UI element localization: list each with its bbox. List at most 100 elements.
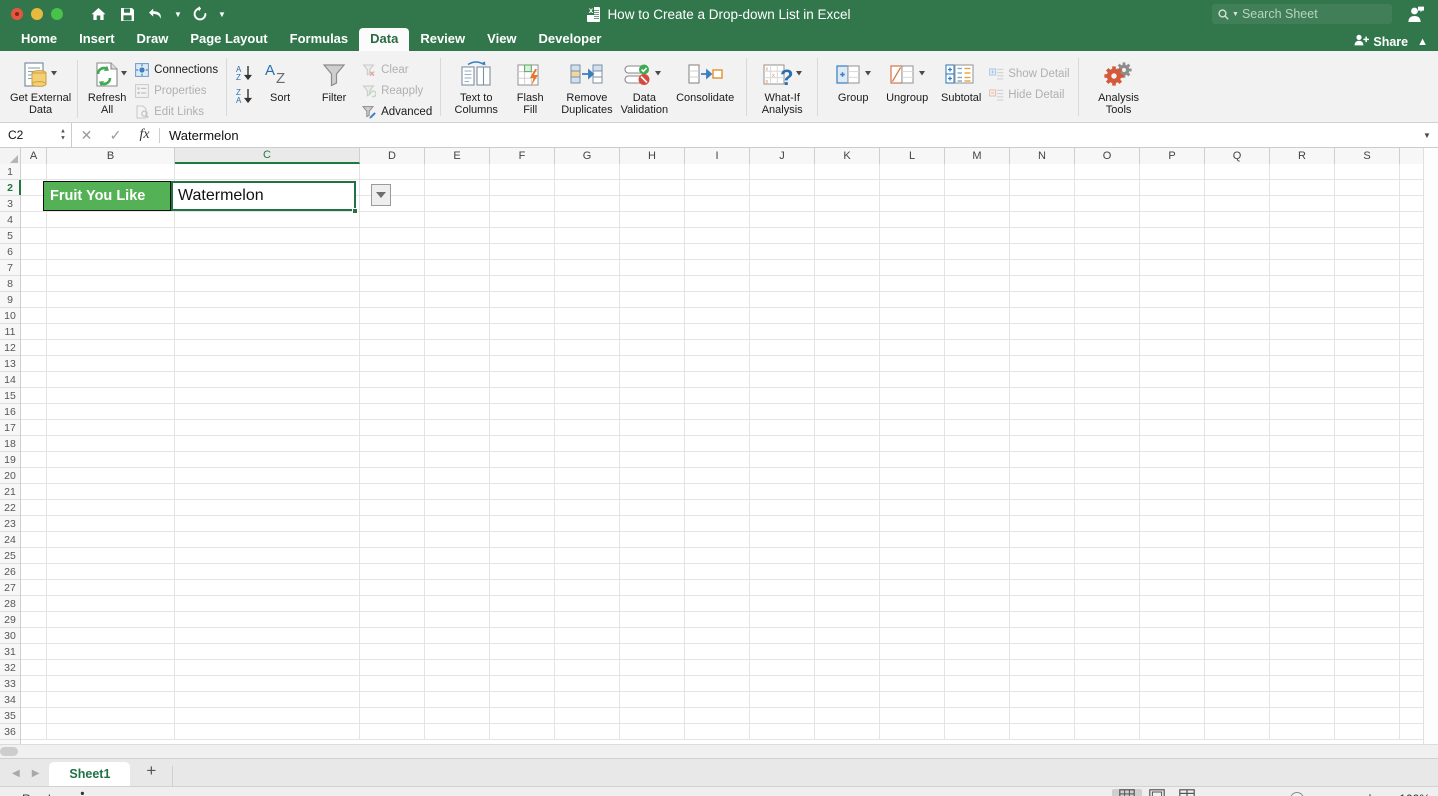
row-header-29[interactable]: 29 <box>0 612 20 628</box>
tab-view[interactable]: View <box>476 28 527 51</box>
cells-area[interactable]: Fruit You Like Watermelon <box>21 164 1438 744</box>
cell-R17[interactable] <box>1270 420 1335 436</box>
cell-O14[interactable] <box>1075 372 1140 388</box>
cell-E4[interactable] <box>425 212 490 228</box>
cell-K31[interactable] <box>815 644 880 660</box>
cell-E33[interactable] <box>425 676 490 692</box>
cell-M28[interactable] <box>945 596 1010 612</box>
cell-M16[interactable] <box>945 404 1010 420</box>
cell-G6[interactable] <box>555 244 620 260</box>
cell-P2[interactable] <box>1140 180 1205 196</box>
previous-sheet-icon[interactable]: ◀ <box>12 768 20 779</box>
cell-L23[interactable] <box>880 516 945 532</box>
cell-A23[interactable] <box>21 516 47 532</box>
cell-H6[interactable] <box>620 244 685 260</box>
cell-G21[interactable] <box>555 484 620 500</box>
text-to-columns-button[interactable]: Text to Columns <box>449 55 503 116</box>
next-sheet-icon[interactable]: ▶ <box>32 768 40 779</box>
cell-B23[interactable] <box>47 516 175 532</box>
name-box-dropdown-icon[interactable]: ▲ ▼ <box>60 129 66 142</box>
row-header-31[interactable]: 31 <box>0 644 20 660</box>
cell-C18[interactable] <box>175 436 360 452</box>
cell-S20[interactable] <box>1335 468 1400 484</box>
cell-H7[interactable] <box>620 260 685 276</box>
cell-L30[interactable] <box>880 628 945 644</box>
row-header-34[interactable]: 34 <box>0 692 20 708</box>
cell-B2[interactable]: Fruit You Like <box>43 181 171 211</box>
row-header-4[interactable]: 4 <box>0 212 20 228</box>
cell-F1[interactable] <box>490 164 555 180</box>
cell-C2[interactable]: Watermelon <box>171 181 356 211</box>
cell-E27[interactable] <box>425 580 490 596</box>
cell-S18[interactable] <box>1335 436 1400 452</box>
cell-F18[interactable] <box>490 436 555 452</box>
cell-L36[interactable] <box>880 724 945 740</box>
cell-G34[interactable] <box>555 692 620 708</box>
cell-S28[interactable] <box>1335 596 1400 612</box>
cell-C4[interactable] <box>175 212 360 228</box>
cell-G3[interactable] <box>555 196 620 212</box>
cell-I21[interactable] <box>685 484 750 500</box>
cell-L25[interactable] <box>880 548 945 564</box>
cell-R36[interactable] <box>1270 724 1335 740</box>
cell-Q5[interactable] <box>1205 228 1270 244</box>
cell-N11[interactable] <box>1010 324 1075 340</box>
group-button[interactable]: Group <box>826 55 880 104</box>
cell-R20[interactable] <box>1270 468 1335 484</box>
cell-Q19[interactable] <box>1205 452 1270 468</box>
cell-A17[interactable] <box>21 420 47 436</box>
cell-M24[interactable] <box>945 532 1010 548</box>
cell-C26[interactable] <box>175 564 360 580</box>
cell-K5[interactable] <box>815 228 880 244</box>
cell-J11[interactable] <box>750 324 815 340</box>
cell-A19[interactable] <box>21 452 47 468</box>
cell-F26[interactable] <box>490 564 555 580</box>
cell-I8[interactable] <box>685 276 750 292</box>
cell-C7[interactable] <box>175 260 360 276</box>
cell-M22[interactable] <box>945 500 1010 516</box>
cell-A14[interactable] <box>21 372 47 388</box>
cell-C17[interactable] <box>175 420 360 436</box>
dropdown-arrow-icon[interactable] <box>371 184 391 206</box>
cell-F8[interactable] <box>490 276 555 292</box>
cell-F21[interactable] <box>490 484 555 500</box>
cell-K11[interactable] <box>815 324 880 340</box>
cell-D3[interactable] <box>360 196 425 212</box>
cell-N14[interactable] <box>1010 372 1075 388</box>
cell-A5[interactable] <box>21 228 47 244</box>
cell-I25[interactable] <box>685 548 750 564</box>
cell-D1[interactable] <box>360 164 425 180</box>
cell-R15[interactable] <box>1270 388 1335 404</box>
cell-K32[interactable] <box>815 660 880 676</box>
cell-I32[interactable] <box>685 660 750 676</box>
cell-E13[interactable] <box>425 356 490 372</box>
cell-R14[interactable] <box>1270 372 1335 388</box>
cell-N35[interactable] <box>1010 708 1075 724</box>
row-header-30[interactable]: 30 <box>0 628 20 644</box>
cell-B14[interactable] <box>47 372 175 388</box>
cell-G10[interactable] <box>555 308 620 324</box>
cell-N31[interactable] <box>1010 644 1075 660</box>
maximize-window-button[interactable] <box>51 8 63 20</box>
page-layout-view-button[interactable] <box>1142 789 1172 796</box>
cell-G35[interactable] <box>555 708 620 724</box>
cell-F35[interactable] <box>490 708 555 724</box>
cell-D20[interactable] <box>360 468 425 484</box>
cell-Q16[interactable] <box>1205 404 1270 420</box>
cell-C9[interactable] <box>175 292 360 308</box>
cell-K4[interactable] <box>815 212 880 228</box>
customize-toolbar-icon[interactable]: ▼ <box>216 2 228 26</box>
cell-M19[interactable] <box>945 452 1010 468</box>
cell-P8[interactable] <box>1140 276 1205 292</box>
cell-G20[interactable] <box>555 468 620 484</box>
refresh-all-button[interactable]: Refresh All <box>80 55 134 116</box>
cell-Q11[interactable] <box>1205 324 1270 340</box>
cell-M6[interactable] <box>945 244 1010 260</box>
row-header-19[interactable]: 19 <box>0 452 20 468</box>
cell-F6[interactable] <box>490 244 555 260</box>
cell-R12[interactable] <box>1270 340 1335 356</box>
cell-H30[interactable] <box>620 628 685 644</box>
cell-G27[interactable] <box>555 580 620 596</box>
cell-R32[interactable] <box>1270 660 1335 676</box>
sort-ascending-button[interactable]: A Z <box>235 64 253 82</box>
